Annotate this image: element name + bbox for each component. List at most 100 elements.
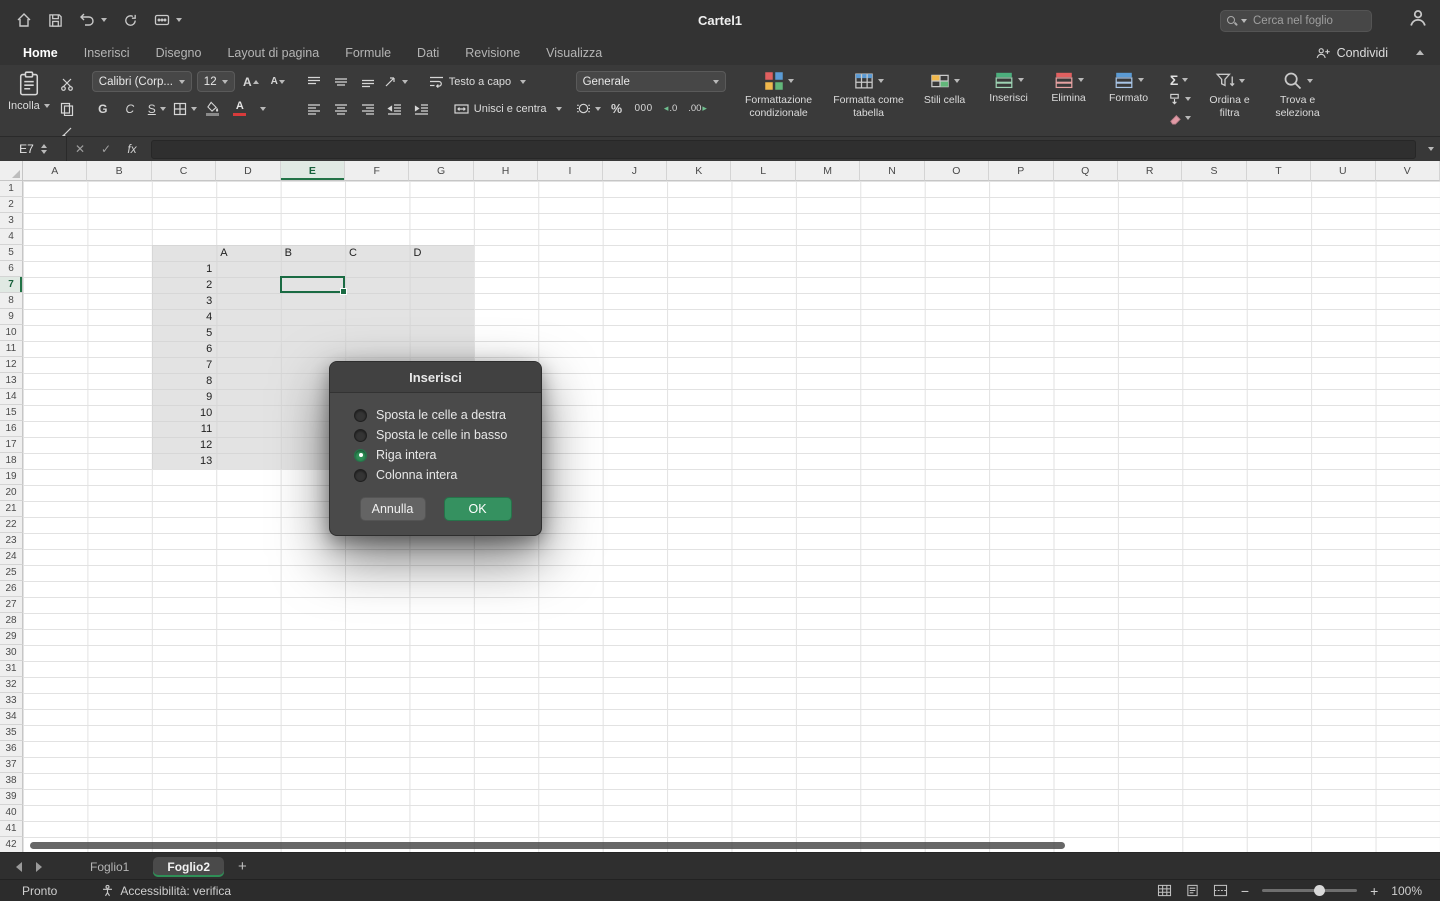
option-riga-intera[interactable]: Riga intera — [354, 445, 541, 465]
search-field[interactable] — [1220, 10, 1372, 32]
conditional-formatting-dropdown-icon[interactable] — [788, 79, 794, 83]
currency-format-button[interactable] — [576, 98, 601, 119]
option-sposta-le-celle-in-basso[interactable]: Sposta le celle in basso — [354, 425, 541, 445]
cell-G5[interactable]: D — [409, 245, 473, 261]
delete-cells-button[interactable]: Elimina — [1044, 71, 1094, 105]
column-header-i[interactable]: I — [538, 161, 602, 181]
row-header-1[interactable]: 1 — [0, 181, 23, 197]
row-header-14[interactable]: 14 — [0, 389, 23, 405]
row-header-16[interactable]: 16 — [0, 421, 23, 437]
merge-center-dropdown-icon[interactable] — [556, 107, 562, 111]
save-icon[interactable] — [48, 13, 63, 28]
underline-button[interactable]: S — [146, 98, 168, 119]
tab-inserisci[interactable]: Inserisci — [71, 40, 143, 65]
page-break-view-icon[interactable] — [1213, 884, 1228, 897]
cell-C6[interactable]: 1 — [152, 261, 216, 277]
cancel-button[interactable]: Annulla — [360, 497, 426, 521]
row-header-18[interactable]: 18 — [0, 453, 23, 469]
cell-C13[interactable]: 8 — [152, 373, 216, 389]
cut-button[interactable] — [56, 73, 78, 94]
row-header-40[interactable]: 40 — [0, 805, 23, 821]
row-header-6[interactable]: 6 — [0, 261, 23, 277]
italic-button[interactable]: C — [119, 98, 141, 119]
tab-home[interactable]: Home — [10, 40, 71, 65]
row-header-38[interactable]: 38 — [0, 773, 23, 789]
undo-icon[interactable] — [79, 13, 107, 27]
radio-colonna-intera[interactable] — [354, 469, 367, 482]
row-header-28[interactable]: 28 — [0, 613, 23, 629]
fill-dropdown-icon[interactable] — [1185, 97, 1191, 101]
orientation-dropdown-icon[interactable] — [402, 80, 408, 84]
clear-dropdown-icon[interactable] — [1185, 116, 1191, 120]
decrease-font-size-button[interactable]: A — [267, 71, 289, 92]
zoom-out-button[interactable]: − — [1241, 883, 1249, 899]
row-header-2[interactable]: 2 — [0, 197, 23, 213]
user-avatar[interactable] — [1408, 8, 1428, 28]
font-color-dropdown-icon[interactable] — [260, 107, 266, 111]
option-sposta-le-celle-a-destra[interactable]: Sposta le celle a destra — [354, 405, 541, 425]
tab-visualizza[interactable]: Visualizza — [533, 40, 615, 65]
column-header-a[interactable]: A — [23, 161, 87, 181]
sort-filter-button[interactable]: Ordina e filtra — [1201, 71, 1259, 127]
column-header-j[interactable]: J — [603, 161, 667, 181]
paste-dropdown-icon[interactable] — [44, 104, 50, 108]
increase-font-size-button[interactable]: A — [240, 71, 262, 92]
name-box[interactable]: E7 — [0, 137, 67, 161]
row-header-10[interactable]: 10 — [0, 325, 23, 341]
format-cells-dropdown-icon[interactable] — [1138, 78, 1144, 82]
align-center-button[interactable] — [330, 98, 352, 119]
row-header-27[interactable]: 27 — [0, 597, 23, 613]
selected-cell-E7[interactable] — [280, 276, 345, 293]
decrease-decimal-button[interactable]: .00▸ — [687, 98, 709, 119]
cell-F5[interactable]: C — [345, 245, 409, 261]
name-box-stepper[interactable] — [40, 144, 47, 154]
column-header-b[interactable]: B — [87, 161, 151, 181]
align-left-button[interactable] — [303, 98, 325, 119]
cell-C16[interactable]: 11 — [152, 421, 216, 437]
percent-style-button[interactable]: % — [606, 98, 628, 119]
wrap-text-button[interactable]: Testo a capo — [429, 75, 526, 88]
column-header-f[interactable]: F — [345, 161, 409, 181]
align-top-button[interactable] — [303, 71, 325, 92]
row-header-24[interactable]: 24 — [0, 549, 23, 565]
confirm-entry-button[interactable]: ✓ — [93, 142, 119, 156]
undo-dropdown-icon[interactable] — [101, 18, 107, 22]
cell-styles-button[interactable]: Stili cella — [920, 71, 970, 119]
bold-button[interactable]: G — [92, 98, 114, 119]
row-header-25[interactable]: 25 — [0, 565, 23, 581]
fill-button[interactable] — [1168, 90, 1191, 108]
radio-sposta-le-celle-in-basso[interactable] — [354, 429, 367, 442]
row-header-26[interactable]: 26 — [0, 581, 23, 597]
cell-C14[interactable]: 9 — [152, 389, 216, 405]
row-header-19[interactable]: 19 — [0, 469, 23, 485]
comma-style-button[interactable]: 000 — [633, 98, 655, 119]
column-header-e[interactable]: E — [281, 161, 345, 181]
row-header-23[interactable]: 23 — [0, 533, 23, 549]
zoom-slider[interactable] — [1262, 889, 1357, 892]
insert-function-button[interactable]: fx — [119, 142, 145, 156]
sort-filter-dropdown-icon[interactable] — [1239, 79, 1245, 83]
align-bottom-button[interactable] — [357, 71, 379, 92]
radio-sposta-le-celle-a-destra[interactable] — [354, 409, 367, 422]
formula-input[interactable] — [151, 140, 1416, 159]
column-header-m[interactable]: M — [796, 161, 860, 181]
find-select-button[interactable]: Trova e seleziona — [1269, 71, 1327, 127]
format-as-table-dropdown-icon[interactable] — [878, 79, 884, 83]
increase-indent-button[interactable] — [411, 98, 433, 119]
delete-cells-dropdown-icon[interactable] — [1078, 78, 1084, 82]
cell-D5[interactable]: A — [216, 245, 280, 261]
search-input[interactable] — [1251, 14, 1365, 28]
tab-disegno[interactable]: Disegno — [143, 40, 215, 65]
option-colonna-intera[interactable]: Colonna intera — [354, 465, 541, 485]
row-header-39[interactable]: 39 — [0, 789, 23, 805]
sheet-tab-foglio2[interactable]: Foglio2 — [153, 857, 224, 877]
column-header-g[interactable]: G — [409, 161, 473, 181]
column-header-u[interactable]: U — [1311, 161, 1375, 181]
row-header-36[interactable]: 36 — [0, 741, 23, 757]
cell-C11[interactable]: 6 — [152, 341, 216, 357]
conditional-formatting-button[interactable]: Formattazione condizionale — [740, 71, 818, 119]
column-header-d[interactable]: D — [216, 161, 280, 181]
font-color-button[interactable]: A — [229, 98, 251, 119]
column-header-n[interactable]: N — [860, 161, 924, 181]
tab-formule[interactable]: Formule — [332, 40, 404, 65]
